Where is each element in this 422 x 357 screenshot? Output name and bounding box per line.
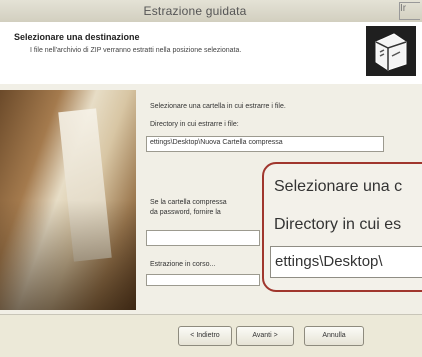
- destination-directory-value: ettings\Desktop\Nuova Cartella compressa: [150, 139, 283, 146]
- zoom-callout: Selezionare una c Directory in cui es et…: [262, 162, 422, 292]
- next-button[interactable]: Avanti >: [236, 326, 294, 346]
- title-bar: Estrazione guidata Ir: [0, 0, 422, 23]
- zoom-directory-input[interactable]: ettings\Desktop\: [270, 246, 422, 278]
- password-input[interactable]: [146, 230, 260, 246]
- progress-label: Estrazione in corso...: [150, 261, 216, 268]
- zip-folder-icon: [366, 26, 416, 76]
- zoom-directory-label: Directory in cui es: [274, 216, 402, 233]
- header-title: Selezionare una destinazione: [14, 32, 140, 42]
- destination-directory-input[interactable]: ettings\Desktop\Nuova Cartella compressa: [146, 136, 384, 152]
- directory-label: Directory in cui estrarre i file:: [150, 121, 239, 128]
- window-title: Estrazione guidata: [143, 4, 247, 18]
- footer-divider: [0, 314, 422, 315]
- password-info-line1: Se la cartella compressa: [150, 199, 227, 206]
- zoom-instruction-text: Selezionare una c: [274, 178, 403, 195]
- title-corner-text: Ir: [399, 2, 420, 20]
- cancel-button[interactable]: Annulla: [304, 326, 364, 346]
- wizard-header: Selezionare una destinazione I file nell…: [0, 22, 422, 85]
- select-folder-instruction: Selezionare una cartella in cui estrarre…: [150, 103, 286, 110]
- header-subtitle: I file nell'archivio di ZIP verranno est…: [30, 47, 242, 54]
- back-button[interactable]: < Indietro: [178, 326, 232, 346]
- wizard-side-image: [0, 90, 136, 310]
- extraction-progress-bar: [146, 274, 260, 286]
- zoom-directory-value: ettings\Desktop\: [275, 253, 383, 270]
- password-info-line2: da password, fornire la: [150, 209, 221, 216]
